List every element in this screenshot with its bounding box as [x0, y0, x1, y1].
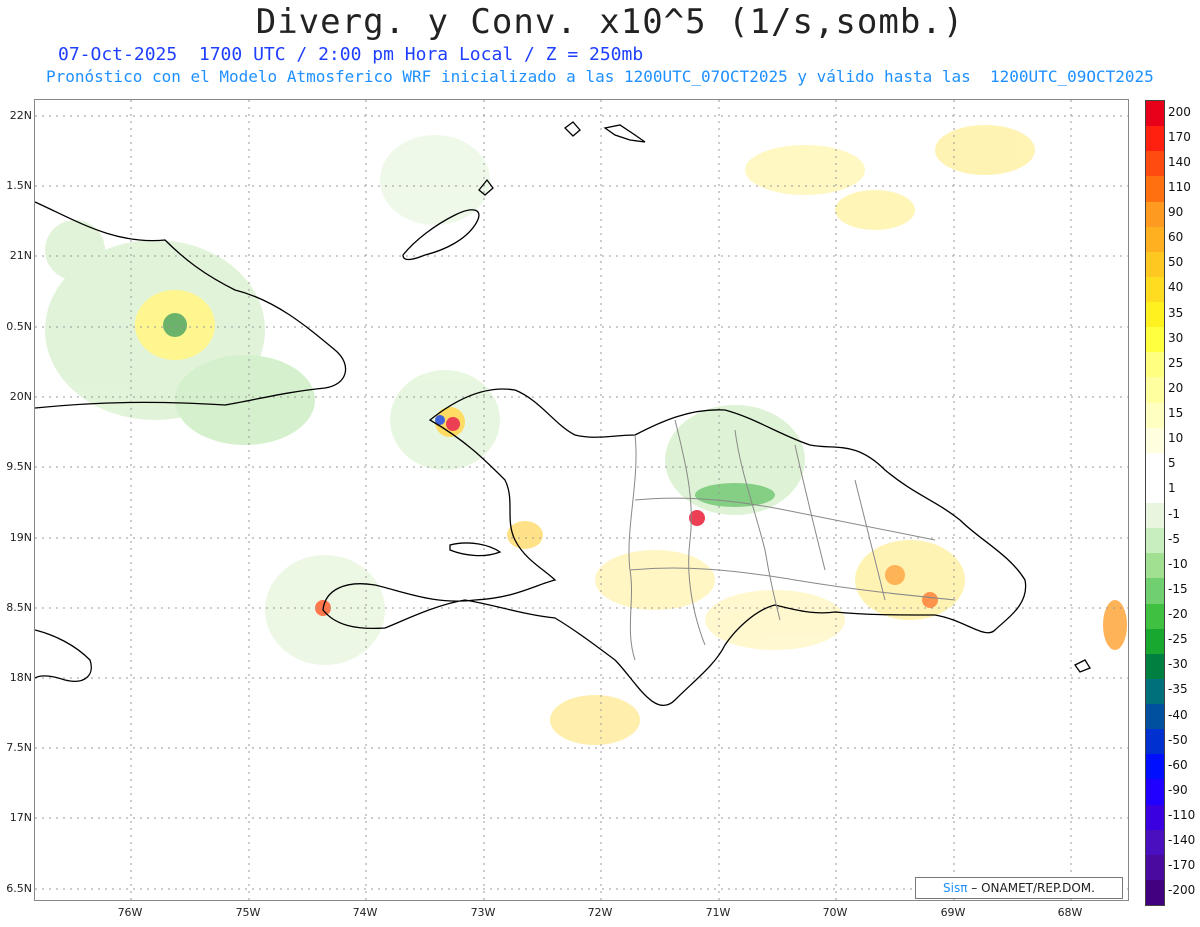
colorbar-swatch — [1146, 729, 1164, 755]
lon-label: 73W — [470, 906, 496, 919]
colorbar-swatch — [1146, 377, 1164, 403]
colorbar-label: -140 — [1168, 833, 1196, 848]
colorbar-swatch — [1146, 477, 1164, 503]
colorbar-label: 20 — [1168, 380, 1184, 395]
graticule — [35, 100, 1128, 900]
lat-label: 9.5N — [6, 460, 32, 473]
lat-label: 1.5N — [6, 179, 32, 192]
lat-label: 7.5N — [6, 741, 32, 754]
colorbar-swatch — [1146, 176, 1164, 202]
colorbar-swatch — [1146, 528, 1164, 554]
colorbar-label: 40 — [1168, 280, 1184, 295]
colorbar-swatch — [1146, 226, 1164, 252]
colorbar-swatch — [1146, 201, 1164, 227]
lon-label: 74W — [352, 906, 378, 919]
map-plot-area[interactable] — [34, 99, 1129, 901]
colorbar-swatch — [1146, 603, 1164, 629]
colorbar-label: 1 — [1168, 481, 1176, 496]
lon-label: 69W — [940, 906, 966, 919]
lat-label: 19N — [9, 531, 32, 544]
colorbar-label: 200 — [1168, 104, 1191, 119]
lon-label: 71W — [705, 906, 731, 919]
lat-label: 8.5N — [6, 601, 32, 614]
colorbar-label: -40 — [1168, 707, 1188, 722]
colorbar-swatch — [1146, 829, 1164, 855]
colorbar-swatch — [1146, 653, 1164, 679]
map-title: Diverg. y Conv. x10^5 (1/s,somb.) — [255, 2, 965, 42]
colorbar-swatch — [1146, 804, 1164, 830]
colorbar-label: 110 — [1168, 179, 1191, 194]
colorbar-swatch — [1146, 553, 1164, 579]
colorbar-label: 25 — [1168, 355, 1184, 370]
colorbar-label: 10 — [1168, 431, 1184, 446]
lon-label: 76W — [117, 906, 143, 919]
colorbar-swatch — [1146, 101, 1164, 127]
colorbar-label: -15 — [1168, 581, 1188, 596]
colorbar-swatch — [1146, 678, 1164, 704]
lon-label: 68W — [1057, 906, 1083, 919]
colorbar-swatch — [1146, 276, 1164, 302]
colorbar-swatch — [1146, 126, 1164, 152]
colorbar-swatch — [1146, 427, 1164, 453]
colorbar-label: 30 — [1168, 330, 1184, 345]
colorbar-label: -5 — [1168, 531, 1180, 546]
colorbar-label: 170 — [1168, 129, 1191, 144]
colorbar-label: 90 — [1168, 205, 1184, 220]
lon-label: 72W — [587, 906, 613, 919]
model-info-line: Pronóstico con el Modelo Atmosferico WRF… — [46, 67, 1154, 86]
colorbar-swatch — [1146, 327, 1164, 353]
colorbar-label: -170 — [1168, 858, 1196, 873]
colorbar-swatch — [1146, 779, 1164, 805]
credit-box: Sisπ – ONAMET/REP.DOM. — [915, 877, 1123, 899]
lat-label: 20N — [9, 390, 32, 403]
colorbar-label: 15 — [1168, 406, 1184, 421]
colorbar-swatch — [1146, 302, 1164, 328]
colorbar-swatch — [1146, 503, 1164, 529]
credit-text: – ONAMET/REP.DOM. — [971, 881, 1095, 895]
colorbar-swatch — [1146, 352, 1164, 378]
colorbar-label: -10 — [1168, 556, 1188, 571]
colorbar-label: -200 — [1168, 883, 1196, 898]
colorbar-swatch — [1146, 452, 1164, 478]
colorbar-label: -35 — [1168, 682, 1188, 697]
colorbar-label: 5 — [1168, 456, 1176, 471]
lat-label: 0.5N — [6, 320, 32, 333]
lat-label: 17N — [9, 811, 32, 824]
lon-label: 70W — [822, 906, 848, 919]
sispi-logo: Sisπ — [943, 881, 968, 895]
lat-label: 21N — [9, 249, 32, 262]
colorbar-label: -60 — [1168, 757, 1188, 772]
colorbar-swatch — [1146, 251, 1164, 277]
colorbar-label: -110 — [1168, 808, 1196, 823]
colorbar — [1145, 100, 1165, 906]
field-shading — [45, 125, 1127, 745]
colorbar-swatch — [1146, 754, 1164, 780]
colorbar-swatch — [1146, 704, 1164, 730]
colorbar-label: -50 — [1168, 732, 1188, 747]
colorbar-swatch — [1146, 628, 1164, 654]
colorbar-swatch — [1146, 402, 1164, 428]
colorbar-swatch — [1146, 854, 1164, 880]
colorbar-swatch — [1146, 879, 1164, 905]
date-time-line: 07-Oct-2025 1700 UTC / 2:00 pm Hora Loca… — [58, 44, 644, 65]
colorbar-label: 35 — [1168, 305, 1184, 320]
colorbar-label: -90 — [1168, 782, 1188, 797]
colorbar-swatch — [1146, 578, 1164, 604]
colorbar-label: -20 — [1168, 607, 1188, 622]
lat-label: 22N — [9, 109, 32, 122]
colorbar-label: -30 — [1168, 657, 1188, 672]
colorbar-label: 50 — [1168, 255, 1184, 270]
lon-label: 75W — [235, 906, 261, 919]
lat-label: 6.5N — [6, 882, 32, 895]
colorbar-label: -1 — [1168, 506, 1180, 521]
colorbar-label: 60 — [1168, 230, 1184, 245]
colorbar-label: -25 — [1168, 632, 1188, 647]
divergence-field-map — [35, 100, 1128, 900]
lat-label: 18N — [9, 671, 32, 684]
colorbar-swatch — [1146, 151, 1164, 177]
colorbar-label: 140 — [1168, 154, 1191, 169]
